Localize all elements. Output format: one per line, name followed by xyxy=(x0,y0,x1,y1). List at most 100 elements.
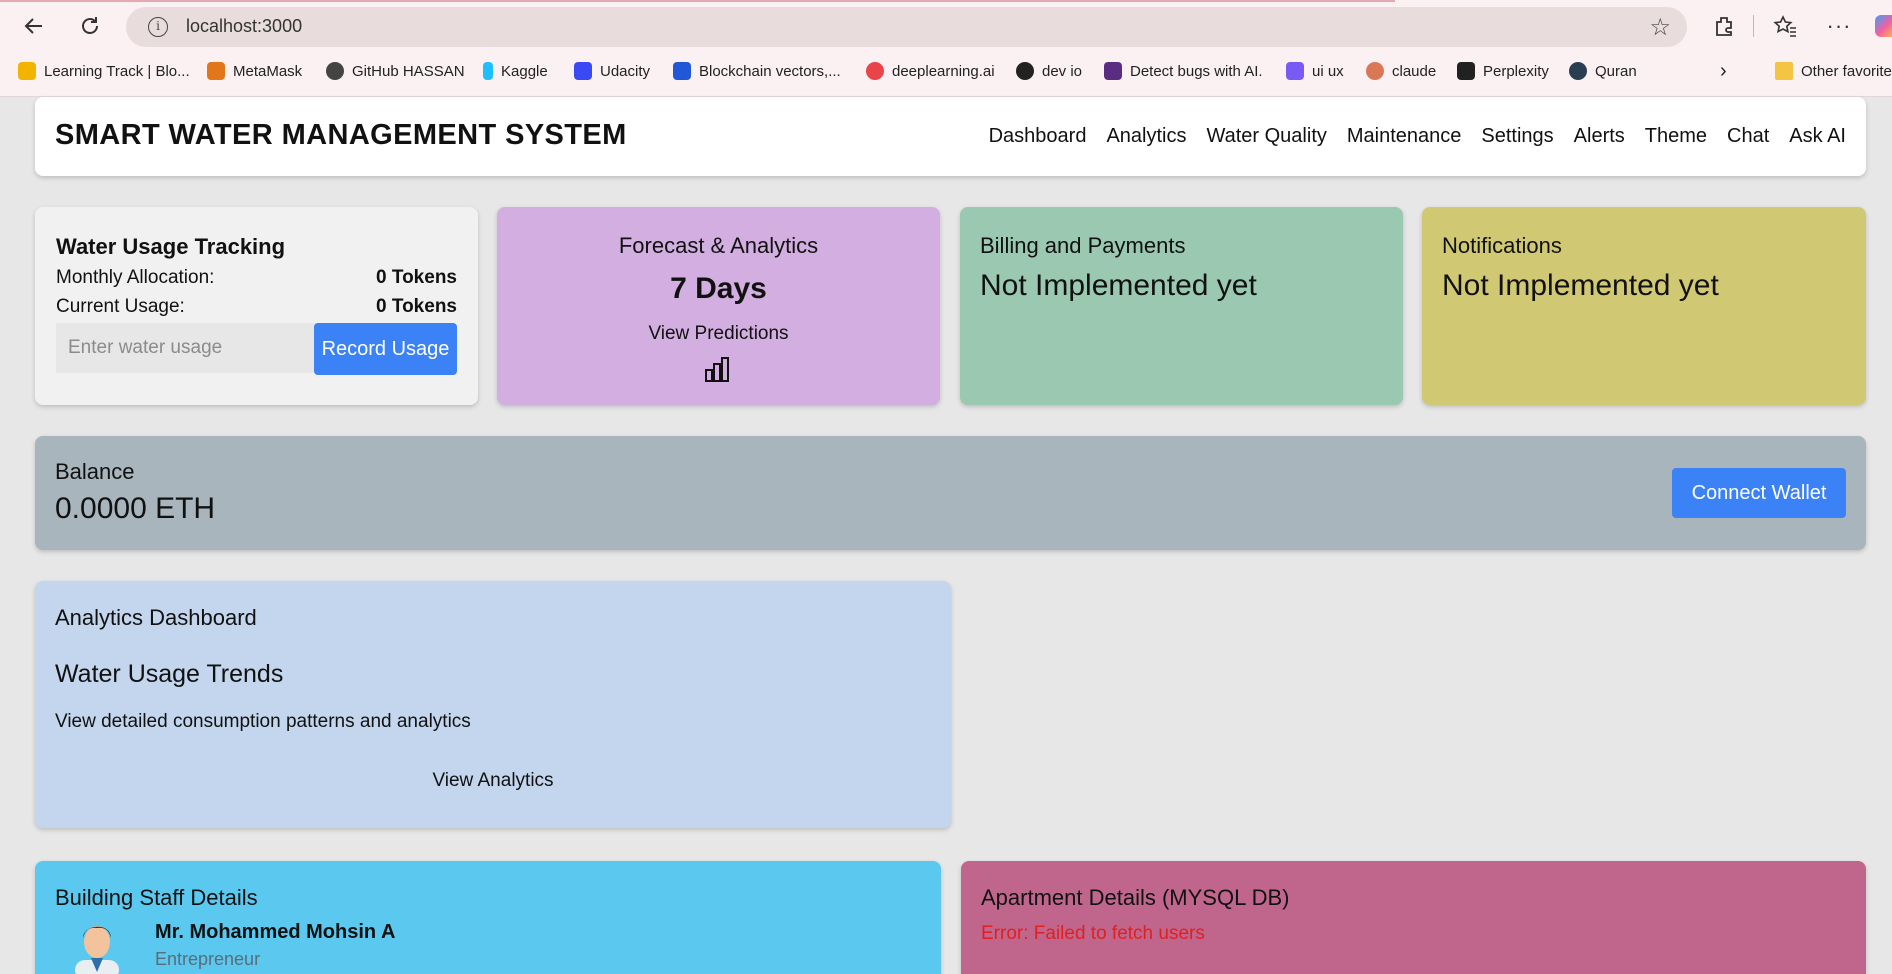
analytics-title: Analytics Dashboard xyxy=(55,605,257,630)
bookmark-favicon xyxy=(483,62,493,80)
reload-button[interactable] xyxy=(72,8,108,44)
url-text[interactable]: localhost:3000 xyxy=(186,16,302,37)
bookmark-label: MetaMask xyxy=(233,62,303,80)
bookmark-label: Udacity xyxy=(600,62,651,80)
forecast-title: Forecast & Analytics xyxy=(618,233,819,258)
bookmark-item[interactable]: Detect bugs with AI. xyxy=(1104,60,1263,82)
nav-alerts[interactable]: Alerts xyxy=(1574,125,1625,148)
nav-dashboard[interactable]: Dashboard xyxy=(989,125,1087,148)
bookmark-item[interactable]: GitHub HASSAN xyxy=(326,60,465,82)
bookmark-favicon xyxy=(1286,62,1304,80)
bookmark-label: Blockchain vectors,... xyxy=(699,62,841,80)
bookmark-label: Learning Track | Blo... xyxy=(44,62,190,80)
view-predictions-link[interactable]: View Predictions xyxy=(497,323,940,345)
favorite-star-icon[interactable]: ☆ xyxy=(1649,13,1671,42)
billing-title: Billing and Payments xyxy=(980,233,1186,258)
nav-settings[interactable]: Settings xyxy=(1481,125,1553,148)
bookmark-favicon xyxy=(1016,62,1034,80)
staff-name: Mr. Mohammed Mohsin A xyxy=(155,921,396,943)
analytics-description: View detailed consumption patterns and a… xyxy=(55,711,471,732)
bookmark-label: deeplearning.ai xyxy=(892,62,995,80)
notifications-title: Notifications xyxy=(1442,233,1562,258)
other-favorites-folder[interactable]: Other favorite xyxy=(1775,60,1892,82)
apartment-title: Apartment Details (MYSQL DB) xyxy=(981,885,1290,910)
nav-analytics[interactable]: Analytics xyxy=(1106,125,1186,148)
monthly-allocation-row: Monthly Allocation: 0 Tokens xyxy=(56,267,457,289)
bookmark-item[interactable]: ui ux xyxy=(1286,60,1344,82)
address-bar[interactable]: i localhost:3000 ☆ xyxy=(126,7,1687,47)
copilot-icon[interactable] xyxy=(1870,10,1892,42)
bookmarks-bar: Learning Track | Blo... MetaMask GitHub … xyxy=(0,56,1892,86)
bookmark-item[interactable]: Kaggle xyxy=(483,60,548,82)
bookmark-favicon xyxy=(1457,62,1475,80)
analytics-dashboard-card: Analytics Dashboard Water Usage Trends V… xyxy=(35,581,951,828)
favorites-icon[interactable] xyxy=(1769,10,1801,42)
current-usage-label: Current Usage: xyxy=(56,296,185,317)
browser-chrome: i localhost:3000 ☆ ··· Learning Track | … xyxy=(0,0,1892,97)
folder-icon xyxy=(1775,62,1793,80)
staff-role: Entrepreneur xyxy=(155,949,261,969)
bookmark-item[interactable]: Udacity xyxy=(574,60,650,82)
water-usage-title: Water Usage Tracking xyxy=(56,234,286,259)
apartment-error-message: Error: Failed to fetch users xyxy=(981,923,1205,944)
reload-icon xyxy=(82,17,98,34)
nav-chat[interactable]: Chat xyxy=(1727,125,1769,148)
nav-ask-ai[interactable]: Ask AI xyxy=(1789,125,1846,148)
nav-maintenance[interactable]: Maintenance xyxy=(1347,125,1462,148)
bookmarks-overflow-chevron-icon[interactable]: › xyxy=(1720,60,1727,82)
bookmark-item[interactable]: Perplexity xyxy=(1457,60,1549,82)
bookmark-label: dev io xyxy=(1042,62,1083,80)
record-usage-button[interactable]: Record Usage xyxy=(314,323,457,375)
nav-water-quality[interactable]: Water Quality xyxy=(1206,125,1326,148)
connect-wallet-button[interactable]: Connect Wallet xyxy=(1672,468,1846,518)
billing-card: Billing and Payments Not Implemented yet xyxy=(960,207,1403,405)
bookmark-item[interactable]: Learning Track | Blo... xyxy=(18,60,190,82)
view-analytics-link[interactable]: View Analytics xyxy=(35,770,951,792)
bookmark-favicon xyxy=(207,62,225,80)
balance-amount: 0.0000 ETH xyxy=(55,492,216,525)
main-nav: Dashboard Analytics Water Quality Mainte… xyxy=(989,125,1846,148)
bookmark-favicon xyxy=(673,62,691,80)
bookmark-item[interactable]: Quran xyxy=(1569,60,1637,82)
bookmark-label: Quran xyxy=(1595,62,1637,80)
bookmark-favicon xyxy=(18,62,36,80)
bookmark-label: claude xyxy=(1392,62,1437,80)
notifications-card: Notifications Not Implemented yet xyxy=(1422,207,1866,405)
balance-title: Balance xyxy=(55,459,135,484)
bookmark-item[interactable]: deeplearning.ai xyxy=(866,60,995,82)
bookmark-item[interactable]: dev io xyxy=(1016,60,1082,82)
balance-card: Balance 0.0000 ETH Connect Wallet xyxy=(35,436,1866,550)
bar-chart-icon xyxy=(705,357,729,382)
other-favorites-label: Other favorite xyxy=(1801,62,1892,80)
bookmark-item[interactable]: claude xyxy=(1366,60,1436,82)
bookmark-label: Perplexity xyxy=(1483,62,1549,80)
toolbar-separator xyxy=(1753,15,1754,37)
nav-theme[interactable]: Theme xyxy=(1645,125,1707,148)
bookmark-favicon xyxy=(326,62,344,80)
bookmark-item[interactable]: MetaMask xyxy=(207,60,302,82)
forecast-card[interactable]: Forecast & Analytics 7 Days View Predict… xyxy=(497,207,940,405)
extensions-icon[interactable] xyxy=(1708,10,1740,42)
loading-bar xyxy=(0,0,1395,2)
monthly-allocation-value: 0 Tokens xyxy=(376,267,457,288)
bookmark-label: Kaggle xyxy=(501,62,548,80)
current-usage-value: 0 Tokens xyxy=(376,296,457,317)
bookmark-item[interactable]: Blockchain vectors,... xyxy=(673,60,841,82)
bookmark-label: GitHub HASSAN xyxy=(352,62,465,80)
bookmark-favicon xyxy=(1366,62,1384,80)
site-info-icon[interactable]: i xyxy=(148,17,168,37)
apartment-details-card: Apartment Details (MYSQL DB) Error: Fail… xyxy=(961,861,1866,974)
back-button[interactable] xyxy=(16,8,52,44)
bookmark-favicon xyxy=(866,62,884,80)
water-usage-input[interactable] xyxy=(56,323,316,373)
more-options-icon[interactable]: ··· xyxy=(1823,10,1855,42)
bookmark-favicon xyxy=(1104,62,1122,80)
app-root: SMART WATER MANAGEMENT SYSTEM Dashboard … xyxy=(0,97,1892,974)
bookmark-label: Detect bugs with AI. xyxy=(1130,62,1263,80)
app-title: SMART WATER MANAGEMENT SYSTEM xyxy=(55,119,627,151)
bookmark-favicon xyxy=(1569,62,1587,80)
staff-title: Building Staff Details xyxy=(55,885,258,910)
app-header: SMART WATER MANAGEMENT SYSTEM Dashboard … xyxy=(35,97,1866,176)
back-arrow-icon xyxy=(24,18,42,34)
current-usage-row: Current Usage: 0 Tokens xyxy=(56,296,457,318)
